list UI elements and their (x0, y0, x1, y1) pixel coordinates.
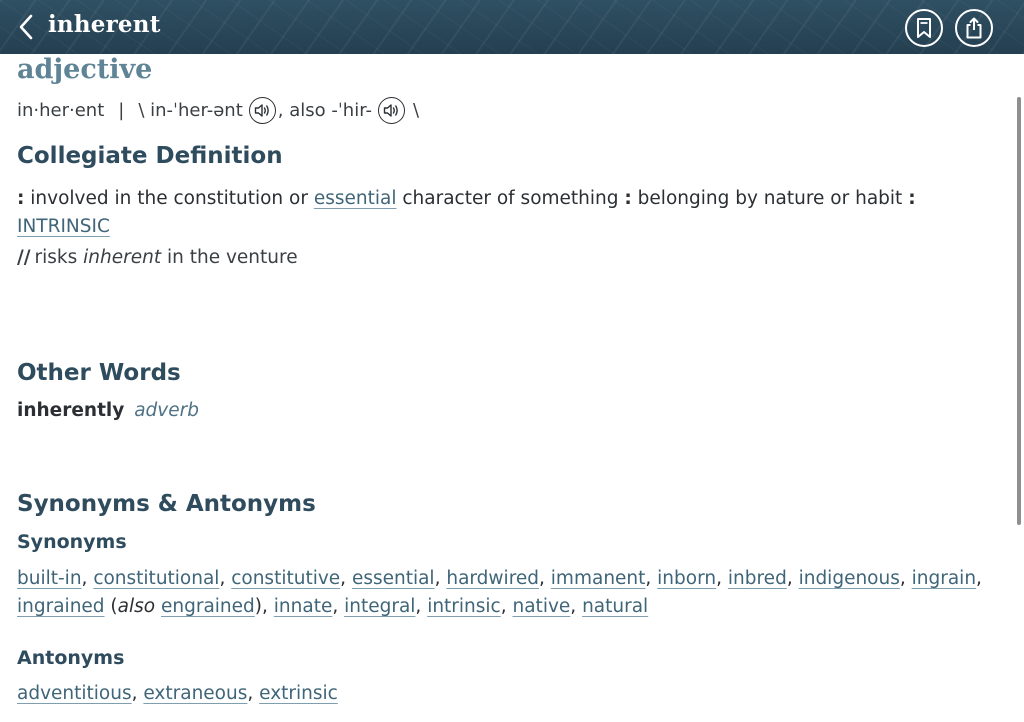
pronunciation-also: , also -ˈhir- (277, 100, 372, 121)
speaker-icon (254, 104, 269, 117)
word-link[interactable]: constitutive (231, 568, 340, 589)
word-link[interactable]: engrained (161, 596, 255, 617)
speaker-icon (383, 104, 398, 117)
usage-example: //risks inherent in the venture (17, 247, 298, 268)
share-button[interactable] (955, 9, 993, 47)
chevron-left-icon (19, 14, 33, 40)
list-separator: , (219, 568, 232, 589)
word-link[interactable]: native (513, 596, 571, 617)
word-link[interactable]: ingrained (17, 596, 105, 617)
pronunciation-line: in·her·ent | \ in-ˈher-ənt , also -ˈhir-… (17, 97, 419, 124)
def-colon: : (624, 188, 632, 209)
def-colon: : (908, 188, 916, 209)
back-button[interactable] (12, 10, 40, 44)
list-separator: , (81, 568, 94, 589)
collegiate-heading: Collegiate Definition (17, 143, 283, 169)
word-link[interactable]: built-in (17, 568, 82, 589)
list-separator: , (434, 568, 447, 589)
share-icon (966, 17, 982, 39)
synonyms-heading: Synonyms (17, 531, 127, 553)
pronunciation-close: \ (412, 100, 420, 121)
list-separator: , (332, 596, 345, 617)
audio-button[interactable] (248, 97, 276, 124)
def-text-2: character of something (396, 188, 625, 209)
example-word: inherent (83, 247, 162, 268)
list-separator: , (976, 568, 982, 589)
definition-text: : involved in the constitution or essent… (17, 185, 1002, 241)
word-link[interactable]: natural (582, 596, 648, 617)
word-link[interactable]: immanent (551, 568, 646, 589)
link-intrinsic[interactable]: INTRINSIC (17, 216, 110, 237)
def-text-3: belonging by nature or habit (631, 188, 909, 209)
page-title: inherent (48, 11, 161, 38)
list-separator: ( (104, 596, 118, 617)
audio-button-2[interactable] (377, 97, 405, 124)
word-link[interactable]: inborn (657, 568, 716, 589)
list-separator: ), (254, 596, 274, 617)
bookmark-icon (917, 18, 931, 38)
list-separator: , (539, 568, 551, 589)
list-separator: , (500, 596, 513, 617)
list-separator: , (899, 568, 912, 589)
word-link[interactable]: ingrain (912, 568, 976, 589)
separator: | (118, 100, 125, 121)
example-slashes: // (17, 247, 31, 268)
list-separator: , (645, 568, 658, 589)
word-link[interactable]: integral (344, 596, 415, 617)
def-text-1: involved in the constitution or (24, 188, 314, 209)
word-link[interactable]: extrinsic (259, 683, 338, 704)
bookmark-button[interactable] (905, 9, 943, 47)
top-bar: inherent (0, 0, 1024, 54)
word-link[interactable]: hardwired (446, 568, 539, 589)
scrollbar[interactable] (1017, 97, 1021, 525)
other-words-heading: Other Words (17, 360, 181, 386)
word-link[interactable]: innate (274, 596, 333, 617)
other-word-entry: inherently adverb (17, 400, 199, 421)
link-essential[interactable]: essential (314, 188, 397, 209)
synonyms-list: built-in, constitutional, constitutive, … (17, 565, 1002, 621)
word-link[interactable]: adventitious (17, 683, 132, 704)
other-word: inherently (17, 400, 125, 421)
antonyms-list: adventitious, extraneous, extrinsic (17, 680, 1002, 708)
example-after: in the venture (161, 247, 298, 268)
word-link[interactable]: essential (352, 568, 435, 589)
list-separator: , (247, 683, 260, 704)
part-of-speech: adjective (17, 54, 153, 85)
word-link[interactable]: extraneous (143, 683, 247, 704)
pronunciation-text: \ in-ˈher-ənt (138, 100, 243, 121)
word-link[interactable]: constitutional (93, 568, 219, 589)
list-separator: , (415, 596, 428, 617)
also-label: also (117, 596, 156, 617)
word-link[interactable]: indigenous (799, 568, 900, 589)
antonyms-heading: Antonyms (17, 647, 125, 669)
list-separator: , (570, 596, 583, 617)
other-word-type: adverb (134, 400, 199, 421)
list-separator: , (131, 683, 144, 704)
list-separator: , (340, 568, 352, 589)
list-separator: , (716, 568, 728, 589)
synonyms-antonyms-heading: Synonyms & Antonyms (17, 491, 316, 517)
word-link[interactable]: intrinsic (427, 596, 501, 617)
example-before: risks (34, 247, 84, 268)
word-link[interactable]: inbred (728, 568, 787, 589)
syllables: in·her·ent (17, 100, 105, 121)
list-separator: , (786, 568, 799, 589)
